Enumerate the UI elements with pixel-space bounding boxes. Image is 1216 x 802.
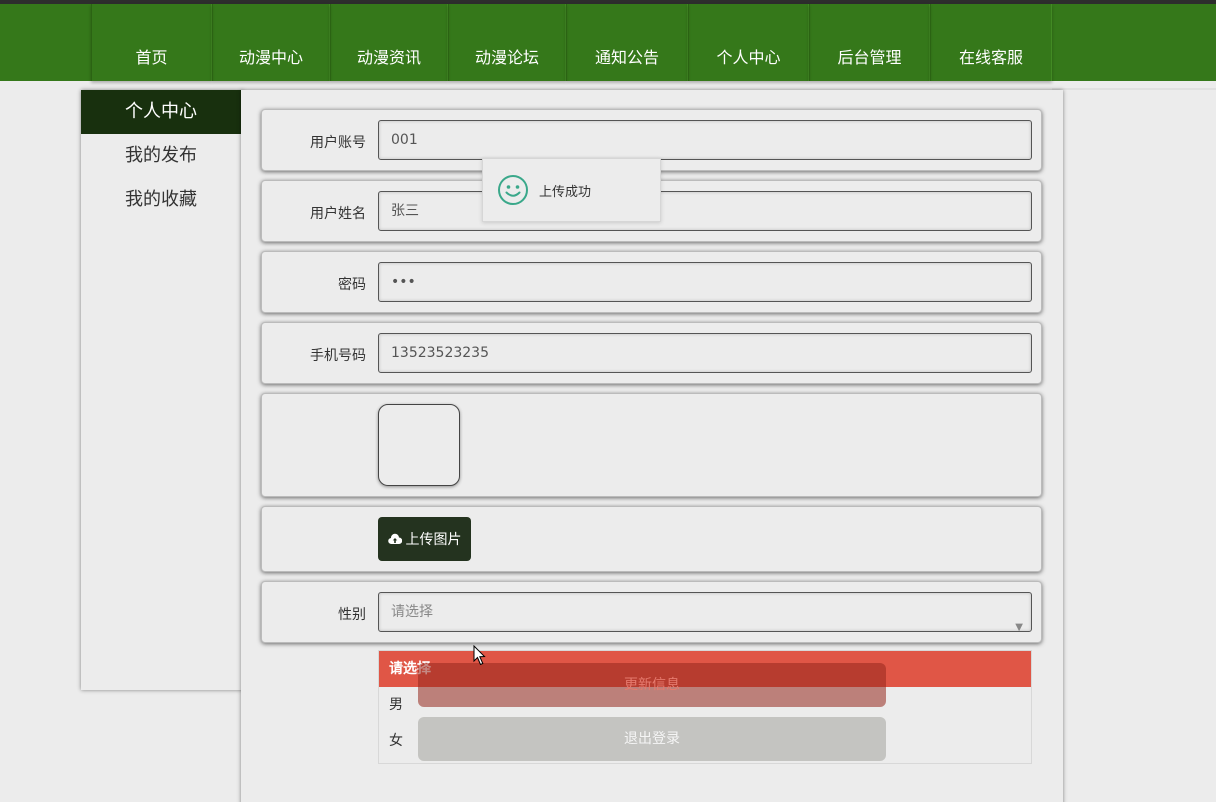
chevron-down-icon: ▼: [1015, 622, 1023, 633]
gender-label: 性别: [338, 607, 366, 623]
sidebar-item-my-favorites[interactable]: 我的收藏: [81, 178, 243, 222]
toast-notification: 上传成功: [482, 158, 661, 222]
sidebar-item-my-posts[interactable]: 我的发布: [81, 134, 243, 178]
gender-select-value: 请选择: [391, 604, 433, 620]
gender-row: 性别 请选择 ▼: [261, 581, 1042, 643]
nav-item-home[interactable]: 首页: [91, 4, 212, 81]
nav-item-anime-center[interactable]: 动漫中心: [212, 4, 330, 81]
nav-item-anime-forum[interactable]: 动漫论坛: [448, 4, 566, 81]
update-info-button[interactable]: 更新信息: [418, 663, 886, 707]
gender-select[interactable]: 请选择 ▼: [378, 592, 1032, 633]
account-label: 用户账号: [310, 135, 366, 151]
password-row: 密码 •••: [261, 251, 1042, 313]
account-input[interactable]: 001: [378, 120, 1032, 160]
toast-message: 上传成功: [539, 184, 592, 200]
nav-menu: 首页 动漫中心 动漫资讯 动漫论坛 通知公告 个人中心 后台管理 在线客服: [91, 4, 1052, 81]
smile-icon: [498, 175, 528, 205]
name-input[interactable]: 张三: [378, 191, 1032, 231]
logout-button[interactable]: 退出登录: [418, 717, 886, 761]
nav-item-personal-center[interactable]: 个人中心: [688, 4, 809, 81]
phone-input[interactable]: 13523523235: [378, 333, 1032, 373]
nav-item-admin[interactable]: 后台管理: [809, 4, 930, 81]
avatar-row: [261, 393, 1042, 497]
phone-label: 手机号码: [310, 348, 366, 364]
password-input[interactable]: •••: [378, 262, 1032, 302]
divider: [1052, 88, 1216, 90]
upload-image-button[interactable]: 上传图片: [378, 517, 471, 561]
nav-item-anime-news[interactable]: 动漫资讯: [330, 4, 448, 81]
sidebar-item-personal-center[interactable]: 个人中心: [81, 90, 243, 134]
upload-row: 上传图片: [261, 506, 1042, 572]
nav-item-customer-service[interactable]: 在线客服: [930, 4, 1052, 81]
avatar-preview: [378, 404, 460, 486]
mouse-cursor-icon: [473, 645, 486, 666]
upload-image-label: 上传图片: [405, 532, 462, 548]
cloud-upload-icon: [387, 533, 402, 545]
sidebar: 个人中心 我的发布 我的收藏: [81, 90, 243, 690]
name-label: 用户姓名: [310, 206, 366, 222]
password-label: 密码: [338, 277, 366, 293]
main-navbar: 首页 动漫中心 动漫资讯 动漫论坛 通知公告 个人中心 后台管理 在线客服: [0, 4, 1216, 81]
nav-item-announcements[interactable]: 通知公告: [566, 4, 688, 81]
phone-row: 手机号码 13523523235: [261, 322, 1042, 384]
